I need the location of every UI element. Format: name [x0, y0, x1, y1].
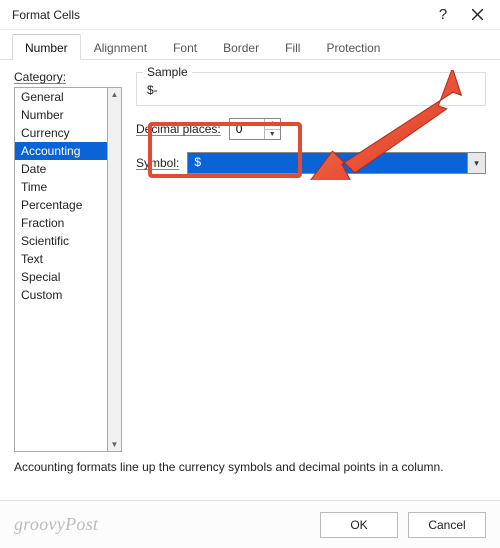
spinner-buttons: ▲ ▼: [264, 119, 280, 139]
category-item-time[interactable]: Time: [15, 178, 107, 196]
watermark-text: groovyPost: [14, 514, 98, 535]
decimal-label: Decimal places:: [136, 122, 221, 136]
sample-label: Sample: [143, 65, 192, 79]
category-item-number[interactable]: Number: [15, 106, 107, 124]
category-item-date[interactable]: Date: [15, 160, 107, 178]
category-item-scientific[interactable]: Scientific: [15, 232, 107, 250]
category-item-currency[interactable]: Currency: [15, 124, 107, 142]
category-item-special[interactable]: Special: [15, 268, 107, 286]
category-listbox-wrap: GeneralNumberCurrencyAccountingDateTimeP…: [14, 87, 122, 452]
scroll-up-icon[interactable]: ▲: [111, 88, 119, 101]
close-icon: [472, 9, 483, 20]
tab-protection[interactable]: Protection: [313, 34, 393, 60]
decimal-spinner[interactable]: ▲ ▼: [229, 118, 281, 140]
footer-buttons: OK Cancel: [320, 512, 486, 538]
scroll-down-icon[interactable]: ▼: [111, 438, 119, 451]
spinner-down-icon[interactable]: ▼: [265, 130, 280, 140]
sample-group: Sample $-: [136, 72, 486, 106]
category-item-general[interactable]: General: [15, 88, 107, 106]
category-label: Category:: [14, 70, 122, 84]
scrollbar[interactable]: ▲ ▼: [108, 87, 122, 452]
sample-value: $-: [147, 83, 475, 97]
tab-fill[interactable]: Fill: [272, 34, 313, 60]
tab-number[interactable]: Number: [12, 34, 81, 60]
category-panel: Category: GeneralNumberCurrencyAccountin…: [14, 70, 122, 452]
symbol-row: Symbol: $ ▾: [136, 152, 486, 174]
spinner-up-icon[interactable]: ▲: [265, 119, 280, 130]
titlebar: Format Cells ?: [0, 0, 500, 30]
category-listbox[interactable]: GeneralNumberCurrencyAccountingDateTimeP…: [14, 87, 108, 452]
window-title: Format Cells: [12, 8, 426, 22]
tab-border[interactable]: Border: [210, 34, 272, 60]
close-button[interactable]: [460, 1, 494, 29]
category-item-text[interactable]: Text: [15, 250, 107, 268]
cancel-button[interactable]: Cancel: [408, 512, 486, 538]
chevron-down-icon[interactable]: ▾: [467, 153, 485, 173]
format-description: Accounting formats line up the currency …: [0, 460, 500, 474]
settings-panel: Sample $- Decimal places: ▲ ▼ Symbol: $ …: [136, 70, 486, 452]
category-item-accounting[interactable]: Accounting: [15, 142, 107, 160]
ok-button[interactable]: OK: [320, 512, 398, 538]
dialog-body: Category: GeneralNumberCurrencyAccountin…: [0, 60, 500, 460]
category-item-fraction[interactable]: Fraction: [15, 214, 107, 232]
tab-alignment[interactable]: Alignment: [81, 34, 160, 60]
symbol-value: $: [188, 153, 467, 173]
decimal-input[interactable]: [230, 119, 264, 139]
category-item-custom[interactable]: Custom: [15, 286, 107, 304]
symbol-dropdown[interactable]: $ ▾: [187, 152, 486, 174]
category-item-percentage[interactable]: Percentage: [15, 196, 107, 214]
footer: groovyPost OK Cancel: [0, 500, 500, 548]
decimal-row: Decimal places: ▲ ▼: [136, 118, 486, 140]
tab-font[interactable]: Font: [160, 34, 210, 60]
tab-strip: Number Alignment Font Border Fill Protec…: [0, 30, 500, 60]
symbol-label: Symbol:: [136, 156, 179, 170]
help-button[interactable]: ?: [426, 1, 460, 29]
